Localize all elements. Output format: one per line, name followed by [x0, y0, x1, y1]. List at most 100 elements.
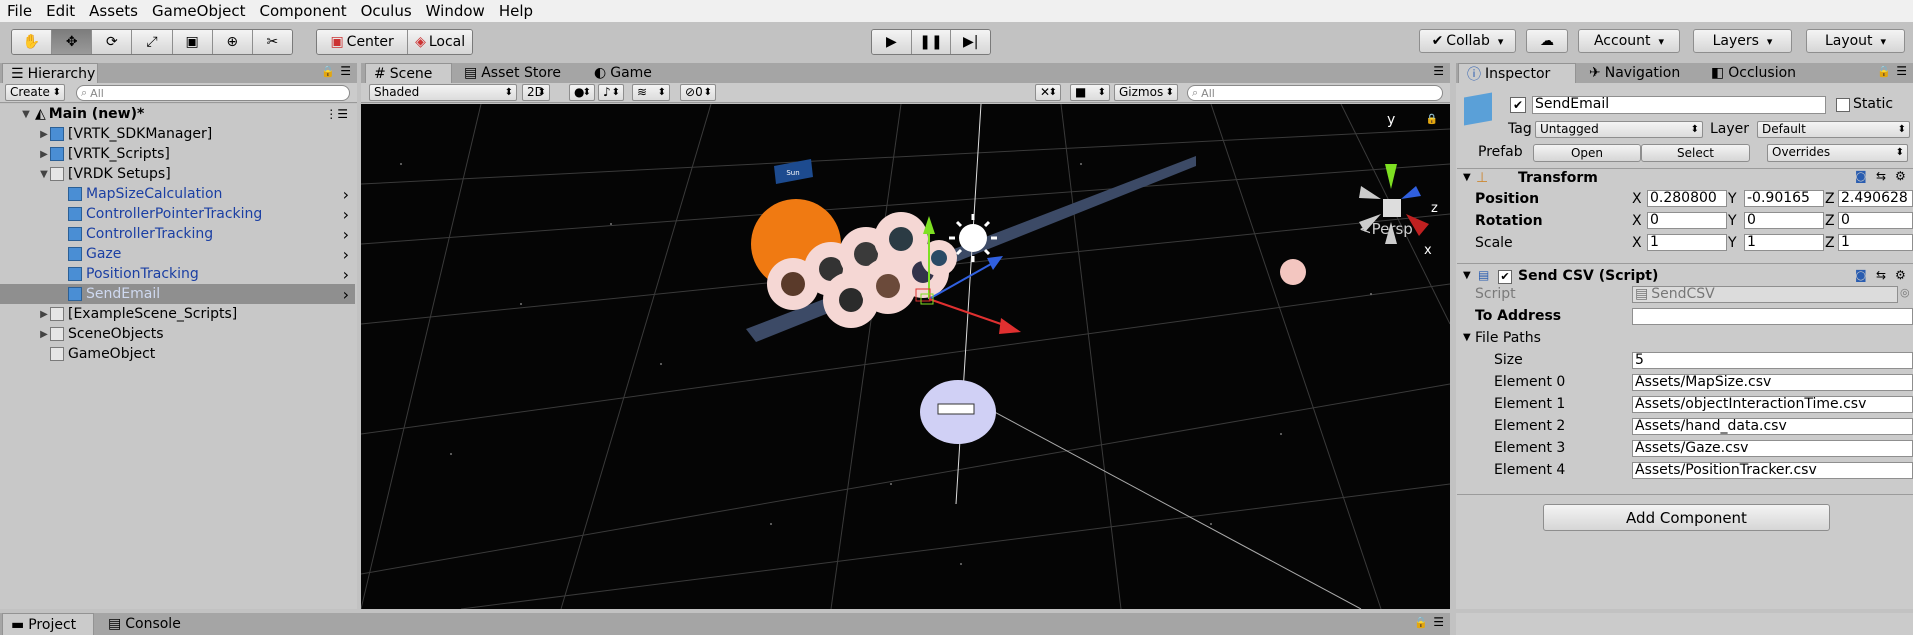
preset-icon[interactable]: ⇆	[1876, 169, 1886, 183]
layout-dropdown[interactable]: Layout	[1806, 29, 1905, 53]
effects-dropdown[interactable]: ≋	[632, 84, 670, 101]
scale-z-field[interactable]: 1	[1838, 234, 1913, 251]
tab-navigation[interactable]: ✈ Navigation	[1581, 63, 1696, 83]
chevron-right-icon[interactable]: ›	[343, 285, 349, 304]
hierarchy-item[interactable]: ControllerTracking ›	[0, 224, 355, 244]
play-button[interactable]: ▶	[872, 30, 912, 54]
scale-x-field[interactable]: 1	[1647, 234, 1727, 251]
menu-gameobject[interactable]: GameObject	[145, 0, 253, 22]
scale-y-field[interactable]: 1	[1744, 234, 1824, 251]
rotation-x-field[interactable]: 0	[1647, 212, 1727, 229]
hierarchy-item[interactable]: PositionTracking ›	[0, 264, 355, 284]
menu-window[interactable]: Window	[419, 0, 492, 22]
prefab-select-button[interactable]: Select	[1641, 144, 1750, 162]
tab-project[interactable]: ▬ Project	[2, 613, 94, 635]
menu-component[interactable]: Component	[253, 0, 354, 22]
vr-avatar[interactable]	[920, 380, 996, 444]
hierarchy-item[interactable]: ▶ [ExampleScene_Scripts]	[0, 304, 355, 324]
layers-dropdown[interactable]: Layers	[1693, 29, 1792, 53]
chevron-right-icon[interactable]: ›	[343, 265, 349, 284]
prefab-overrides-dropdown[interactable]: Overrides	[1767, 144, 1908, 162]
object-picker-icon[interactable]: ◎	[1900, 286, 1910, 299]
account-dropdown[interactable]: Account	[1578, 29, 1680, 53]
lock-icon[interactable]: 🔒	[321, 65, 335, 78]
tab-scene[interactable]: # Scene	[365, 63, 452, 83]
element-value-field[interactable]: Assets/objectInteractionTime.csv	[1632, 396, 1913, 413]
collab-dropdown[interactable]: ✔ Collab	[1419, 29, 1516, 53]
object-name-field[interactable]: SendEmail	[1532, 96, 1826, 114]
rotation-z-field[interactable]: 0	[1838, 212, 1913, 229]
chevron-right-icon[interactable]: ›	[343, 225, 349, 244]
menu-edit[interactable]: Edit	[39, 0, 82, 22]
scale-tool-button[interactable]: ⤢	[132, 30, 173, 54]
menu-oculus[interactable]: Oculus	[354, 0, 419, 22]
expand-arrow-icon[interactable]: ▶	[38, 149, 50, 160]
gizmos-dropdown[interactable]: Gizmos	[1114, 84, 1178, 101]
transform-tool-button[interactable]: ⊕	[212, 30, 253, 54]
tag-dropdown[interactable]: Untagged	[1535, 121, 1703, 138]
foldout-arrow-icon[interactable]: ▼	[1463, 332, 1471, 343]
lock-icon[interactable]: 🔒	[1877, 65, 1891, 78]
expand-arrow-icon[interactable]: ▶	[38, 329, 50, 340]
chevron-right-icon[interactable]: ›	[343, 185, 349, 204]
lock-icon[interactable]: 🔒	[1426, 114, 1438, 125]
tab-game[interactable]: ◐ Game	[586, 63, 666, 83]
element-value-field[interactable]: Assets/PositionTracker.csv	[1632, 462, 1913, 479]
cloud-button[interactable]: ☁	[1526, 29, 1568, 53]
prefab-open-button[interactable]: Open	[1533, 144, 1641, 162]
lock-icon[interactable]: 🔒	[1414, 616, 1428, 629]
to-address-field[interactable]	[1632, 308, 1913, 325]
expand-arrow-icon[interactable]: ▶	[38, 129, 50, 140]
scene-menu-icon[interactable]: ⋮☰	[325, 107, 348, 121]
lighting-toggle[interactable]: ●	[569, 84, 595, 101]
create-dropdown[interactable]: Create	[5, 84, 65, 101]
space-local-button[interactable]: ◈ Local	[408, 30, 472, 54]
rect-tool-button[interactable]: ▣	[172, 30, 213, 54]
layer-dropdown[interactable]: Default	[1757, 121, 1910, 138]
chevron-right-icon[interactable]: ›	[343, 205, 349, 224]
move-tool-button[interactable]: ✥	[52, 30, 93, 54]
gear-icon[interactable]: ⚙	[1895, 268, 1906, 282]
hierarchy-item[interactable]: ▶ [VRTK_SDKManager]	[0, 124, 355, 144]
camera-dropdown[interactable]: ■	[1070, 84, 1110, 101]
active-checkbox[interactable]: ✔	[1510, 97, 1526, 113]
mode-2d-toggle[interactable]: 2D	[522, 84, 550, 101]
menu-assets[interactable]: Assets	[82, 0, 145, 22]
help-icon[interactable]: ◙	[1855, 169, 1867, 183]
tab-asset-store[interactable]: ▤ Asset Store	[456, 63, 576, 83]
panel-menu-icon[interactable]: ☰	[1896, 64, 1907, 78]
hierarchy-item[interactable]: ControllerPointerTracking ›	[0, 204, 355, 224]
panel-menu-icon[interactable]: ☰	[340, 64, 351, 78]
panel-menu-icon[interactable]: ☰	[1433, 64, 1444, 78]
tab-inspector[interactable]: ⓘ Inspector	[1458, 63, 1576, 83]
position-z-field[interactable]: 2.490628	[1838, 190, 1913, 207]
scene-search-input[interactable]: ⌕ All	[1187, 85, 1443, 101]
hierarchy-item[interactable]: SendEmail ›	[0, 284, 355, 304]
step-button[interactable]: ▶|	[951, 30, 990, 54]
panel-menu-icon[interactable]: ☰	[1433, 615, 1444, 629]
static-checkbox[interactable]	[1836, 98, 1850, 112]
menu-help[interactable]: Help	[492, 0, 540, 22]
hierarchy-item[interactable]: GameObject	[0, 344, 355, 364]
expand-arrow-icon[interactable]: ▼	[20, 109, 32, 120]
element-value-field[interactable]: Assets/Gaze.csv	[1632, 440, 1913, 457]
gear-icon[interactable]: ⚙	[1895, 169, 1906, 183]
custom-tool-button[interactable]: ✂	[252, 30, 292, 54]
hierarchy-item[interactable]: Gaze ›	[0, 244, 355, 264]
hierarchy-item[interactable]: ▶ [VRTK_Scripts]	[0, 144, 355, 164]
chevron-right-icon[interactable]: ›	[343, 245, 349, 264]
menu-file[interactable]: File	[0, 0, 39, 22]
hierarchy-item[interactable]: ▶ SceneObjects	[0, 324, 355, 344]
persp-label[interactable]: <Persp	[1359, 220, 1413, 238]
foldout-arrow-icon[interactable]: ▼	[1463, 172, 1471, 183]
pause-button[interactable]: ❚❚	[911, 30, 952, 54]
shading-dropdown[interactable]: Shaded	[369, 84, 517, 101]
help-icon[interactable]: ◙	[1855, 268, 1867, 282]
hand-tool-button[interactable]: ✋	[12, 30, 53, 54]
pivot-center-button[interactable]: ▣ Center	[317, 30, 409, 54]
add-component-button[interactable]: Add Component	[1543, 504, 1830, 531]
foldout-arrow-icon[interactable]: ▼	[1463, 270, 1471, 281]
tab-occlusion[interactable]: ◧ Occlusion	[1703, 63, 1813, 83]
orientation-gizmo[interactable]: y z x <Persp	[1359, 112, 1438, 258]
hierarchy-search-input[interactable]: ⌕ All	[76, 85, 350, 101]
